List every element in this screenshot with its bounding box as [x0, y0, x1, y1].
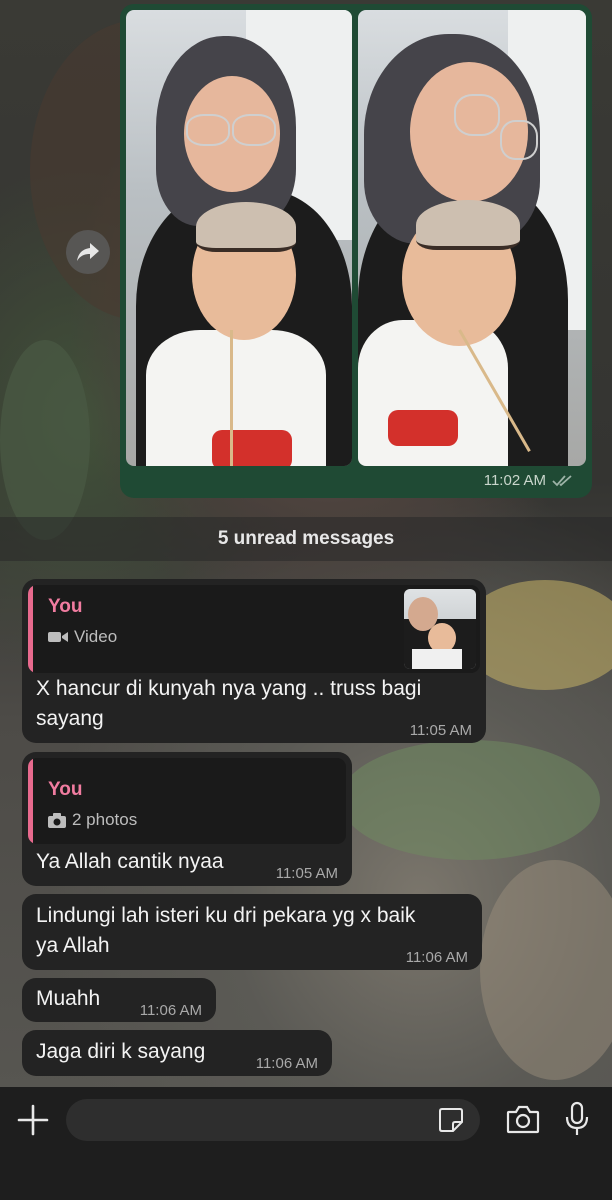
album-timestamp: 11:02 AM — [484, 472, 574, 489]
message-text: ya Allah — [36, 934, 110, 957]
unread-label: 5 unread messages — [217, 528, 395, 549]
quote-media-label: 2 photos — [72, 810, 138, 829]
voice-message-button[interactable] — [564, 1101, 590, 1137]
quote-media: Video — [48, 623, 117, 651]
sent-album-message[interactable]: 11:02 AM — [120, 4, 592, 498]
message-time: 11:05 AM — [409, 722, 472, 739]
wallpaper-blur — [0, 340, 90, 540]
quoted-message[interactable]: You 2 photos — [28, 758, 346, 844]
wallpaper-blur — [480, 860, 612, 1080]
message-text: Jaga diri k sayang — [36, 1040, 206, 1063]
quote-author: You — [48, 779, 83, 800]
quote-media: 2 photos — [48, 806, 137, 834]
attach-button[interactable] — [16, 1103, 50, 1137]
forward-button[interactable] — [66, 230, 110, 274]
message-time: 11:02 AM — [483, 472, 546, 489]
message-time: 11:05 AM — [275, 865, 338, 882]
quoted-message[interactable]: You Video — [28, 585, 480, 673]
message-text: Muahh — [36, 987, 101, 1010]
message-composer — [0, 1087, 612, 1200]
unread-messages-banner: 5 unread messages — [0, 517, 612, 561]
album-photo-1[interactable] — [126, 10, 352, 466]
forward-icon — [77, 243, 99, 261]
received-message[interactable]: You 2 photos Ya Allah cantik nyaa 11:05 … — [22, 752, 352, 886]
quote-author: You — [48, 596, 83, 617]
received-message[interactable]: You Video X hancur di kunyah nya yang ..… — [22, 579, 486, 743]
received-message[interactable]: Jaga diri k sayang 11:06 AM — [22, 1030, 332, 1076]
quote-accent-bar — [28, 585, 33, 673]
message-time: 11:06 AM — [139, 1002, 202, 1019]
read-receipt-icon — [552, 474, 572, 486]
message-text: Ya Allah cantik nyaa — [36, 850, 224, 873]
plus-icon — [17, 1104, 49, 1136]
sticker-icon — [439, 1108, 463, 1132]
camera-icon — [506, 1105, 540, 1134]
message-time: 11:06 AM — [255, 1055, 318, 1072]
camera-icon — [48, 812, 66, 828]
quote-accent-bar — [28, 758, 33, 844]
wallpaper-blur — [340, 740, 600, 860]
received-message[interactable]: Lindungi lah isteri ku dri pekara yg x b… — [22, 894, 482, 970]
microphone-icon — [565, 1101, 589, 1135]
message-text: sayang — [36, 707, 104, 730]
message-text: Lindungi lah isteri ku dri pekara yg x b… — [36, 904, 416, 927]
received-message[interactable]: Muahh 11:06 AM — [22, 978, 216, 1022]
message-text: X hancur di kunyah nya yang .. truss bag… — [36, 677, 422, 700]
sticker-button[interactable] — [438, 1107, 464, 1133]
message-time: 11:06 AM — [405, 949, 468, 966]
album-photo-2[interactable] — [358, 10, 586, 466]
quote-media-label: Video — [74, 627, 118, 646]
camera-button[interactable] — [506, 1104, 540, 1136]
video-icon — [48, 632, 68, 642]
quote-thumbnail — [404, 589, 476, 669]
message-input[interactable] — [66, 1099, 480, 1141]
